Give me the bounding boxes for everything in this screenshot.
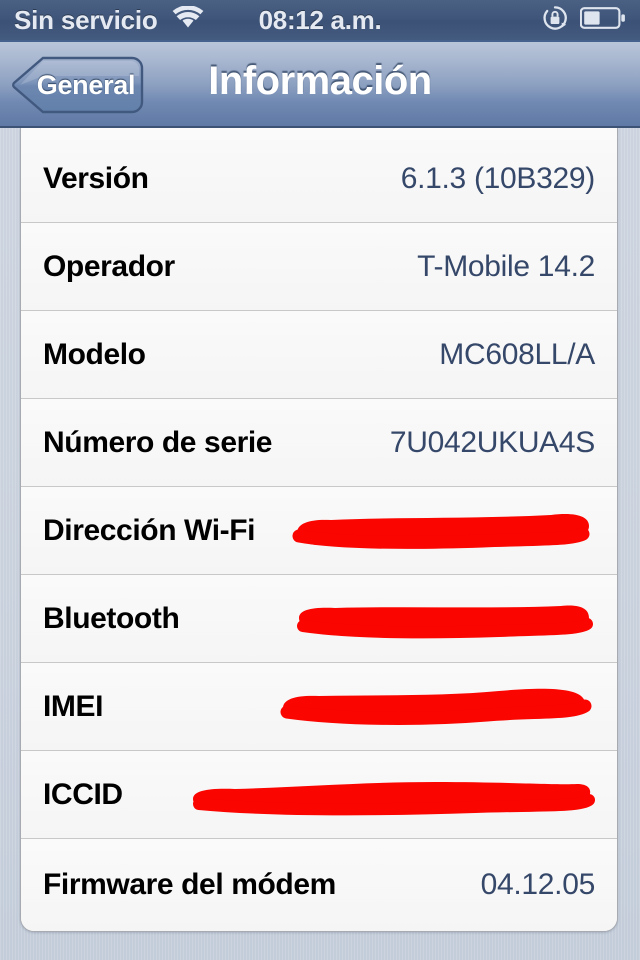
page-title: Información	[208, 59, 432, 103]
table-row[interactable]: Número de serie 7U042UKUA4S	[21, 399, 617, 487]
table-row[interactable]: Operador T-Mobile 14.2	[21, 223, 617, 311]
row-label: Número de serie	[43, 425, 273, 459]
table-row[interactable]: Firmware del módem 04.12.05	[21, 839, 617, 931]
row-label: ICCID	[43, 777, 123, 811]
status-bar-left: Sin servicio	[14, 5, 204, 36]
redaction-mark-imei	[280, 688, 592, 725]
table-row[interactable]: Dirección Wi-Fi	[21, 487, 617, 575]
info-table: Versión 6.1.3 (10B329) Operador T-Mobile…	[20, 128, 618, 932]
redacted-value	[275, 677, 595, 737]
row-value: 04.12.05	[480, 868, 596, 901]
status-bar: Sin servicio 08:12 a.m.	[0, 0, 640, 40]
rotation-lock-icon	[541, 4, 569, 37]
row-label: Dirección Wi-Fi	[43, 513, 256, 547]
row-value: MC608LL/A	[439, 337, 595, 371]
row-value: 7U042UKUA4S	[389, 425, 595, 459]
clock-label: 08:12 a.m.	[258, 4, 382, 35]
redacted-value	[289, 589, 595, 649]
row-label: Modelo	[43, 337, 146, 371]
table-row[interactable]: Bluetooth	[21, 575, 617, 663]
navigation-bar: General Información	[0, 40, 640, 128]
iphone-screen: Sin servicio 08:12 a.m. General Informac…	[0, 0, 640, 960]
wifi-icon	[172, 4, 204, 35]
row-label: Operador	[43, 249, 175, 283]
table-row[interactable]: IMEI	[21, 663, 617, 751]
redaction-mark-iccid	[193, 781, 595, 815]
redaction-mark-wifi	[292, 513, 590, 549]
table-row[interactable]: Modelo MC608LL/A	[21, 311, 617, 399]
row-label: IMEI	[43, 689, 104, 723]
row-label: Firmware del módem	[43, 868, 336, 901]
redacted-value	[185, 765, 595, 825]
row-label: Versión	[43, 161, 149, 195]
row-value: 6.1.3 (10B329)	[400, 161, 596, 195]
status-bar-right	[541, 4, 626, 37]
row-value: T-Mobile 14.2	[417, 249, 595, 283]
row-label: Bluetooth	[43, 601, 180, 635]
redacted-value	[283, 501, 595, 561]
table-row[interactable]: ICCID	[21, 751, 617, 839]
battery-icon	[579, 6, 626, 35]
redaction-mark-bluetooth	[297, 605, 593, 638]
table-row[interactable]: Versión 6.1.3 (10B329)	[21, 128, 617, 223]
carrier-label: Sin servicio	[14, 4, 158, 35]
